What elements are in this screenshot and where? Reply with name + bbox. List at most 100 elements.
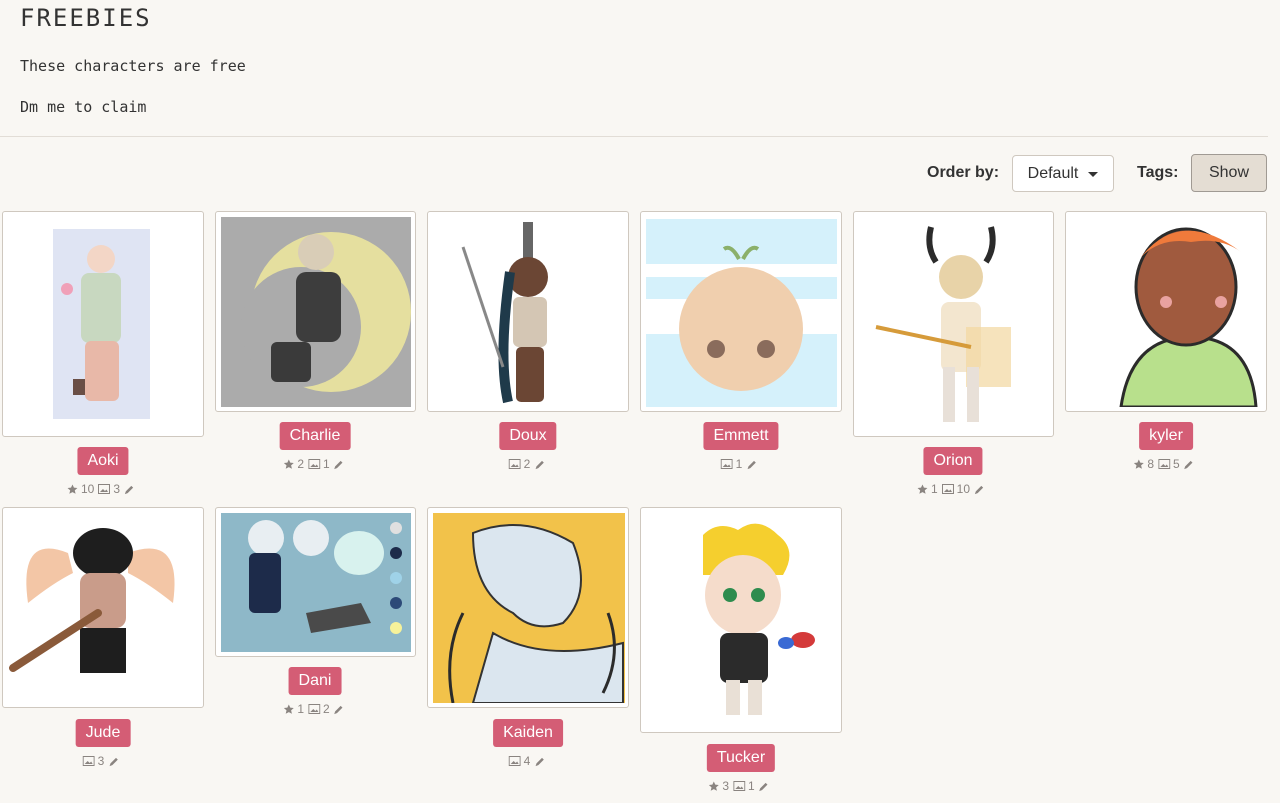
character-art-placeholder [221, 513, 411, 652]
character-image [871, 217, 1038, 433]
images-count: 3 [97, 754, 105, 768]
pencil-icon[interactable] [759, 781, 770, 792]
character-thumbnail[interactable] [853, 211, 1054, 437]
character-stats: 2 1 [283, 457, 344, 471]
image-icon [508, 459, 521, 469]
order-by-dropdown[interactable]: Default [1012, 155, 1114, 192]
character-thumbnail[interactable] [427, 507, 629, 708]
description-line-1: These characters are free [20, 57, 246, 75]
image-icon [1158, 459, 1170, 469]
character-stats: 1 10 [917, 482, 985, 496]
character-image [658, 515, 825, 727]
character-image [433, 513, 625, 703]
pencil-icon[interactable] [746, 459, 757, 470]
character-thumbnail[interactable] [1065, 211, 1267, 412]
character-art-placeholder [433, 513, 625, 703]
character-stats: 10 3 [67, 482, 135, 496]
character-art-placeholder [448, 217, 608, 407]
character-thumbnail[interactable] [2, 507, 204, 708]
character-image [646, 219, 837, 407]
images-count: 2 [323, 702, 330, 716]
character-thumbnail[interactable] [215, 211, 416, 412]
images-count: 1 [323, 457, 330, 471]
character-image [1071, 217, 1262, 407]
image-icon [308, 704, 320, 714]
character-image [53, 229, 150, 419]
favorites-count: 1 [297, 702, 304, 716]
character-name-badge[interactable]: Dani [288, 667, 342, 695]
character-image [448, 217, 608, 407]
pencil-icon[interactable] [334, 459, 345, 470]
image-icon [941, 484, 954, 494]
star-icon [917, 483, 928, 495]
character-thumbnail[interactable] [427, 211, 629, 412]
tags-label: Tags: [1137, 164, 1179, 181]
star-icon [283, 458, 294, 470]
star-icon [1133, 458, 1144, 470]
character-stats: 1 [720, 457, 758, 471]
character-art-placeholder [658, 515, 825, 727]
star-icon [67, 483, 78, 495]
pencil-icon[interactable] [334, 704, 345, 715]
images-count: 5 [1173, 457, 1180, 471]
caret-down-icon [1088, 172, 1099, 177]
character-name-badge[interactable]: Orion [923, 447, 983, 475]
character-stats: 2 [508, 457, 546, 471]
show-tags-button[interactable]: Show [1191, 154, 1267, 192]
images-count: 10 [956, 482, 971, 496]
character-art-placeholder [221, 217, 411, 407]
character-art-placeholder [871, 217, 1038, 433]
favorites-count: 1 [930, 482, 938, 496]
images-count: 1 [735, 457, 743, 471]
page-title: FREEBIES [20, 4, 152, 32]
favorites-count: 2 [297, 457, 304, 471]
character-name-badge[interactable]: Tucker [706, 744, 776, 772]
pencil-icon[interactable] [124, 484, 135, 495]
character-thumbnail[interactable] [2, 211, 204, 437]
star-icon [283, 703, 294, 715]
character-stats: 3 [82, 754, 120, 768]
character-stats: 8 5 [1133, 457, 1194, 471]
image-icon [733, 781, 745, 791]
character-art-placeholder [8, 513, 199, 703]
pencil-icon[interactable] [534, 459, 545, 470]
character-name-badge[interactable]: Kaiden [493, 719, 563, 747]
image-icon [508, 756, 521, 766]
character-thumbnail[interactable] [640, 507, 842, 733]
character-name-badge[interactable]: Doux [499, 422, 557, 450]
character-image [221, 513, 411, 652]
character-stats: 4 [508, 754, 546, 768]
character-art-placeholder [1071, 217, 1262, 407]
character-name-badge[interactable]: Jude [75, 719, 131, 747]
character-name-badge[interactable]: kyler [1139, 422, 1193, 450]
image-icon [720, 459, 733, 469]
character-thumbnail[interactable] [215, 507, 416, 657]
images-count: 4 [523, 754, 531, 768]
image-icon [308, 459, 320, 469]
character-stats: 1 2 [283, 702, 344, 716]
pencil-icon[interactable] [974, 484, 985, 495]
pencil-icon[interactable] [108, 756, 119, 767]
divider [0, 136, 1268, 137]
favorites-count: 8 [1147, 457, 1154, 471]
favorites-count: 10 [80, 482, 95, 496]
character-name-badge[interactable]: Charlie [279, 422, 351, 450]
images-count: 3 [113, 482, 121, 496]
character-name-badge[interactable]: Emmett [703, 422, 779, 450]
favorites-count: 3 [722, 779, 729, 793]
description-line-2: Dm me to claim [20, 98, 147, 116]
character-art-placeholder [646, 219, 837, 407]
character-art-placeholder [53, 229, 150, 419]
images-count: 1 [748, 779, 755, 793]
character-image [8, 513, 199, 703]
star-icon [708, 780, 719, 792]
images-count: 2 [523, 457, 531, 471]
character-stats: 3 1 [708, 779, 769, 793]
order-by-value: Default [1027, 164, 1079, 182]
image-icon [98, 484, 111, 494]
pencil-icon[interactable] [534, 756, 545, 767]
character-thumbnail[interactable] [640, 211, 842, 412]
pencil-icon[interactable] [1184, 459, 1195, 470]
character-name-badge[interactable]: Aoki [77, 447, 129, 475]
order-by-label: Order by: [927, 164, 1000, 181]
